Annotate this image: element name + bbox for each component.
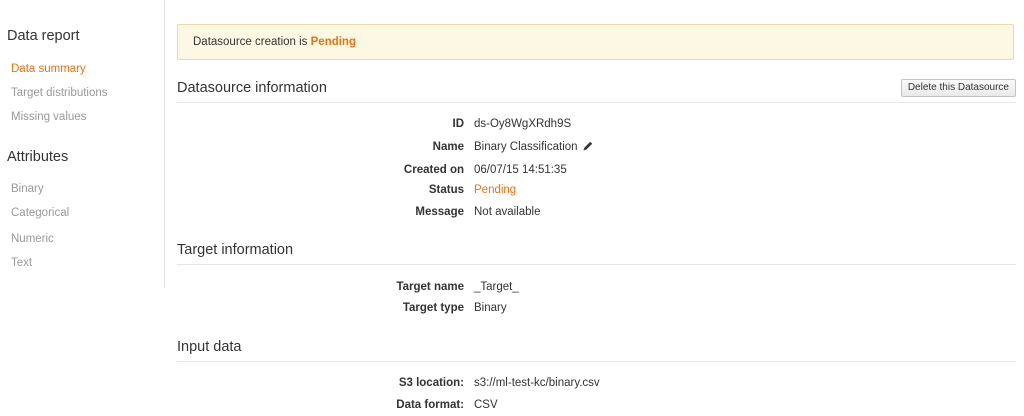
sidebar-item-binary[interactable]: Binary — [11, 183, 44, 195]
data-report-heading: Data report — [7, 28, 80, 44]
field-label: Target type — [402, 302, 464, 314]
section-divider — [177, 264, 1016, 265]
info-row-id: ID ds-Oy8WgXRdh9S — [177, 116, 1016, 132]
field-value: s3://ml-test-kc/binary.csv — [474, 377, 600, 389]
field-value: Binary — [474, 302, 507, 314]
field-label: S3 location: — [398, 377, 464, 389]
datasource-info-title: Datasource information — [177, 80, 327, 96]
sidebar-item-data-summary[interactable]: Data summary — [11, 63, 86, 75]
alert-text: Datasource creation is — [193, 36, 311, 48]
status-value: Pending — [474, 184, 517, 196]
section-divider — [177, 361, 1016, 362]
input-row-data-format: Data format: CSV — [177, 397, 1016, 413]
main-content: Datasource creation is Pending Datasourc… — [177, 0, 1016, 416]
field-value: _Target_ — [474, 281, 519, 293]
alert-status: Pending — [310, 36, 356, 48]
info-row-message: Message Not available — [177, 204, 1016, 220]
input-row-s3-location: S3 location: s3://ml-test-kc/binary.csv — [177, 375, 1016, 391]
sidebar: Data report Data summary Target distribu… — [0, 0, 165, 288]
field-label: ID — [452, 118, 465, 130]
info-row-status: Status Pending — [177, 182, 1016, 198]
pencil-icon[interactable] — [582, 140, 594, 152]
delete-datasource-button[interactable]: Delete this Datasource — [900, 79, 1016, 97]
field-value-wrapper: Binary Classification — [474, 139, 594, 155]
sidebar-item-categorical[interactable]: Categorical — [11, 207, 69, 219]
field-label: Target name — [396, 281, 464, 293]
target-info-title: Target information — [177, 242, 294, 258]
attributes-heading: Attributes — [7, 149, 69, 165]
field-value: 06/07/15 14:51:35 — [474, 164, 567, 176]
field-value: ds-Oy8WgXRdh9S — [474, 118, 572, 130]
status-alert: Datasource creation is Pending — [177, 24, 1014, 60]
sidebar-item-text[interactable]: Text — [11, 257, 32, 269]
sidebar-item-numeric[interactable]: Numeric — [11, 233, 54, 245]
field-label: Status — [428, 184, 464, 196]
info-row-name: Name Binary Classification — [177, 139, 1016, 155]
info-row-created-on: Created on 06/07/15 14:51:35 — [177, 162, 1016, 178]
field-label: Data format: — [396, 399, 464, 411]
target-row-name: Target name _Target_ — [177, 279, 1016, 295]
target-row-type: Target type Binary — [177, 300, 1016, 316]
field-label: Name — [432, 141, 464, 153]
input-data-title: Input data — [177, 339, 242, 355]
field-label: Message — [415, 206, 464, 218]
sidebar-item-target-distributions[interactable]: Target distributions — [11, 87, 108, 99]
section-divider — [177, 102, 1016, 103]
field-label: Created on — [403, 164, 464, 176]
field-value: CSV — [474, 399, 498, 411]
field-value: Not available — [474, 206, 541, 218]
field-value: Binary Classification — [474, 141, 578, 153]
sidebar-item-missing-values[interactable]: Missing values — [11, 111, 86, 123]
